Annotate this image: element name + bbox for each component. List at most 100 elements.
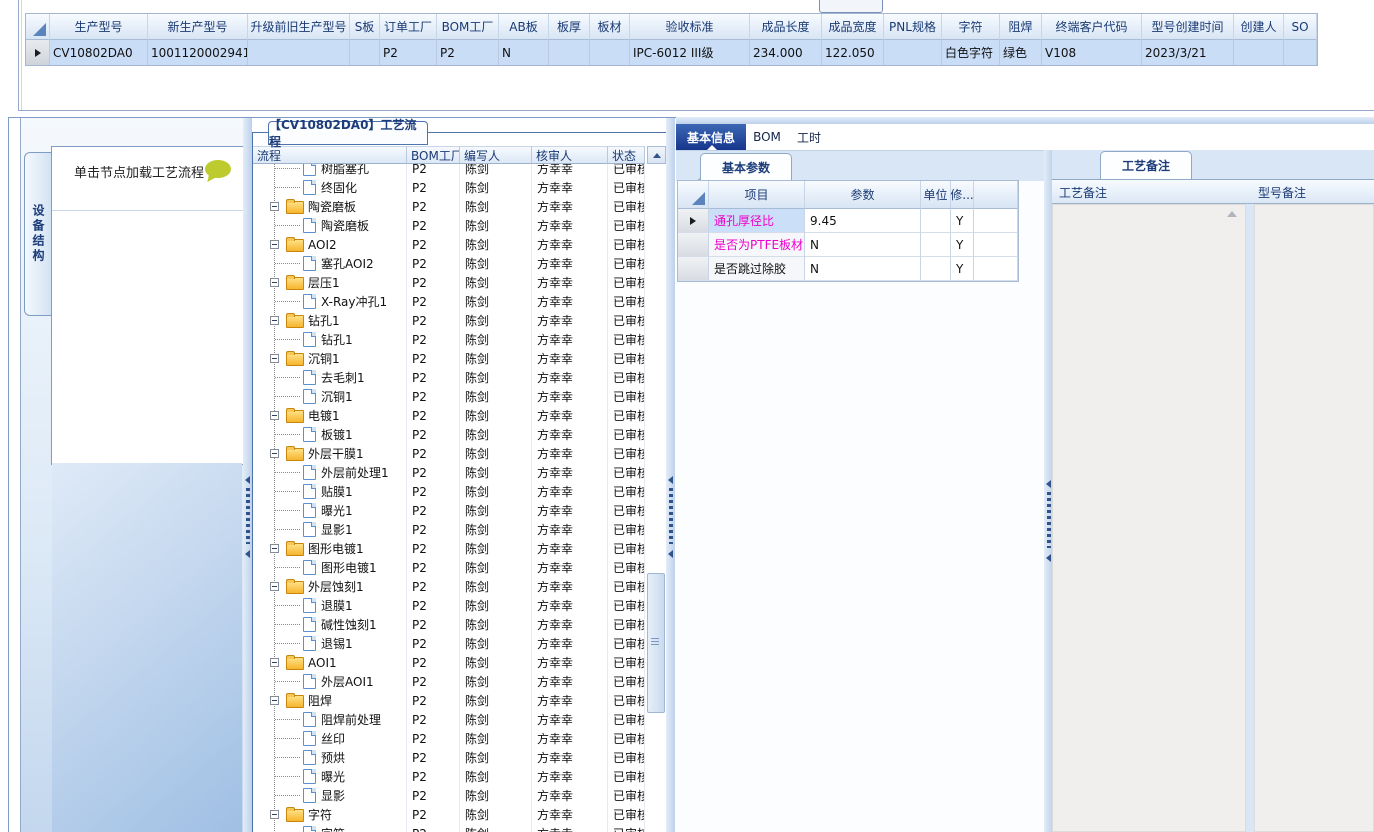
column-header[interactable]: 生产型号: [50, 14, 148, 40]
flow-node-cell[interactable]: 层压1: [253, 273, 407, 292]
table-cell[interactable]: [549, 40, 590, 65]
splitter-grip[interactable]: [1047, 492, 1051, 548]
flow-node-label[interactable]: 外层蚀刻1: [308, 578, 364, 595]
param-value-cell[interactable]: N: [805, 233, 921, 257]
column-header[interactable]: SO: [1284, 14, 1317, 40]
flow-node-label[interactable]: 外层前处理1: [321, 464, 389, 481]
param-column-header[interactable]: 项目: [709, 181, 805, 209]
flow-tree-row[interactable]: 板镀1 P2陈剑方幸幸已审核: [253, 425, 646, 444]
flow-tree-row[interactable]: AOI1 P2陈剑方幸幸已审核: [253, 653, 646, 672]
column-header[interactable]: 成品宽度: [822, 14, 884, 40]
column-header[interactable]: S板: [350, 14, 380, 40]
model-notes-area[interactable]: [1254, 204, 1374, 832]
collapse-box-icon[interactable]: [270, 316, 279, 325]
flow-tree-row[interactable]: 钻孔1 P2陈剑方幸幸已审核: [253, 311, 646, 330]
column-header[interactable]: PNL规格: [884, 14, 942, 40]
table-cell[interactable]: 绿色: [1000, 40, 1042, 65]
row-selector-cell[interactable]: [26, 40, 50, 65]
tab-device-structure[interactable]: 设备结构: [24, 152, 52, 316]
table-cell[interactable]: 234.000: [750, 40, 822, 65]
flow-node-label[interactable]: 外层干膜1: [308, 445, 364, 462]
param-grid-row[interactable]: 通孔厚径比 9.45 Y: [678, 209, 1018, 233]
flow-node-cell[interactable]: 陶瓷磨板: [253, 197, 407, 216]
flow-node-label[interactable]: 塞孔AOI2: [321, 255, 374, 272]
flow-node-label[interactable]: 曝光: [321, 768, 345, 785]
flow-node-label[interactable]: 字符: [308, 806, 332, 823]
flow-node-label[interactable]: 字符: [321, 825, 345, 832]
collapse-box-icon[interactable]: [270, 696, 279, 705]
flow-node-cell[interactable]: 显影1: [253, 520, 407, 539]
column-header[interactable]: 订单工厂: [380, 14, 437, 40]
flow-tree-row[interactable]: 字符 P2陈剑方幸幸已审核: [253, 805, 646, 824]
flow-node-cell[interactable]: 贴膜1: [253, 482, 407, 501]
flow-node-label[interactable]: 阻焊: [308, 692, 332, 709]
flow-node-label[interactable]: 陶瓷磨板: [308, 198, 356, 215]
row-selector-cell[interactable]: [678, 209, 709, 233]
flow-node-label[interactable]: 退锡1: [321, 635, 353, 652]
flow-node-cell[interactable]: 外层前处理1: [253, 463, 407, 482]
collapse-left-icon[interactable]: [668, 476, 673, 484]
flow-tree-row[interactable]: 阻焊 P2陈剑方幸幸已审核: [253, 691, 646, 710]
flow-node-label[interactable]: 碱性蚀刻1: [321, 616, 377, 633]
flow-tree-row[interactable]: 钻孔1 P2陈剑方幸幸已审核: [253, 330, 646, 349]
flow-node-label[interactable]: 钻孔1: [321, 331, 353, 348]
flow-node-label[interactable]: 退膜1: [321, 597, 353, 614]
flow-node-cell[interactable]: 曝光: [253, 767, 407, 786]
table-cell[interactable]: IPC-6012 III级: [630, 40, 750, 65]
column-header[interactable]: 新生产型号: [148, 14, 248, 40]
table-cell[interactable]: 白色字符: [942, 40, 1000, 65]
column-header[interactable]: 创建人: [1234, 14, 1284, 40]
process-notes-area[interactable]: [1052, 204, 1246, 832]
table-cell[interactable]: [350, 40, 380, 65]
flow-node-cell[interactable]: 沉铜1: [253, 349, 407, 368]
flow-node-label[interactable]: 丝印: [321, 730, 345, 747]
flow-node-label[interactable]: 曝光1: [321, 502, 353, 519]
flow-tree-row[interactable]: 电镀1 P2陈剑方幸幸已审核: [253, 406, 646, 425]
flow-node-label[interactable]: 外层AOI1: [321, 673, 374, 690]
flow-tree-row[interactable]: 沉铜1 P2陈剑方幸幸已审核: [253, 349, 646, 368]
collapse-box-icon[interactable]: [270, 240, 279, 249]
flow-tree-row[interactable]: 显影 P2陈剑方幸幸已审核: [253, 786, 646, 805]
flow-node-label[interactable]: 去毛刺1: [321, 369, 365, 386]
select-all-cell[interactable]: [26, 14, 50, 40]
column-header[interactable]: AB板: [499, 14, 549, 40]
param-empty-cell[interactable]: [974, 233, 1018, 257]
column-header[interactable]: 终端客户代码: [1042, 14, 1142, 40]
collapse-box-icon[interactable]: [270, 354, 279, 363]
table-cell[interactable]: CV10802DA0: [50, 40, 148, 65]
splitter-grip[interactable]: [669, 488, 673, 544]
column-header[interactable]: 成品长度: [750, 14, 822, 40]
flow-tree-row[interactable]: 外层前处理1 P2陈剑方幸幸已审核: [253, 463, 646, 482]
param-grid-row[interactable]: 是否为PTFE板材 N Y: [678, 233, 1018, 257]
flow-node-label[interactable]: 阻焊前处理: [321, 711, 381, 728]
splitter-left[interactable]: [243, 118, 252, 832]
flow-node-label[interactable]: 预烘: [321, 749, 345, 766]
collapse-box-icon[interactable]: [270, 658, 279, 667]
param-modified-cell[interactable]: Y: [951, 209, 974, 233]
flow-node-cell[interactable]: 外层干膜1: [253, 444, 407, 463]
flow-node-label[interactable]: AOI1: [308, 656, 337, 670]
flow-node-label[interactable]: X-Ray冲孔1: [321, 293, 387, 310]
flow-tree-row[interactable]: 字符 P2陈剑方幸幸已审核: [253, 824, 646, 832]
scroll-up-button[interactable]: [647, 146, 666, 164]
flow-tree-row[interactable]: 树脂塞孔 P2陈剑方幸幸已审核: [253, 164, 646, 178]
flow-tree-row[interactable]: 去毛刺1 P2陈剑方幸幸已审核: [253, 368, 646, 387]
param-column-header[interactable]: 修...: [951, 181, 974, 209]
table-cell[interactable]: [884, 40, 942, 65]
flow-tree-row[interactable]: AOI2 P2陈剑方幸幸已审核: [253, 235, 646, 254]
collapse-left-icon[interactable]: [668, 550, 673, 558]
flow-node-cell[interactable]: 预烘: [253, 748, 407, 767]
splitter-horizontal[interactable]: [676, 117, 1374, 124]
table-cell[interactable]: 2023/3/21: [1142, 40, 1234, 65]
table-cell[interactable]: N: [499, 40, 549, 65]
flow-tree-row[interactable]: 外层干膜1 P2陈剑方幸幸已审核: [253, 444, 646, 463]
flow-node-cell[interactable]: 字符: [253, 805, 407, 824]
param-column-header[interactable]: [974, 181, 1018, 209]
flow-tree-row[interactable]: 外层蚀刻1 P2陈剑方幸幸已审核: [253, 577, 646, 596]
flow-node-cell[interactable]: 电镀1: [253, 406, 407, 425]
flow-node-cell[interactable]: 沉铜1: [253, 387, 407, 406]
flow-tree-row[interactable]: 曝光1 P2陈剑方幸幸已审核: [253, 501, 646, 520]
flow-tree-row[interactable]: 曝光 P2陈剑方幸幸已审核: [253, 767, 646, 786]
flow-tree-row[interactable]: 外层AOI1 P2陈剑方幸幸已审核: [253, 672, 646, 691]
collapse-box-icon[interactable]: [270, 810, 279, 819]
